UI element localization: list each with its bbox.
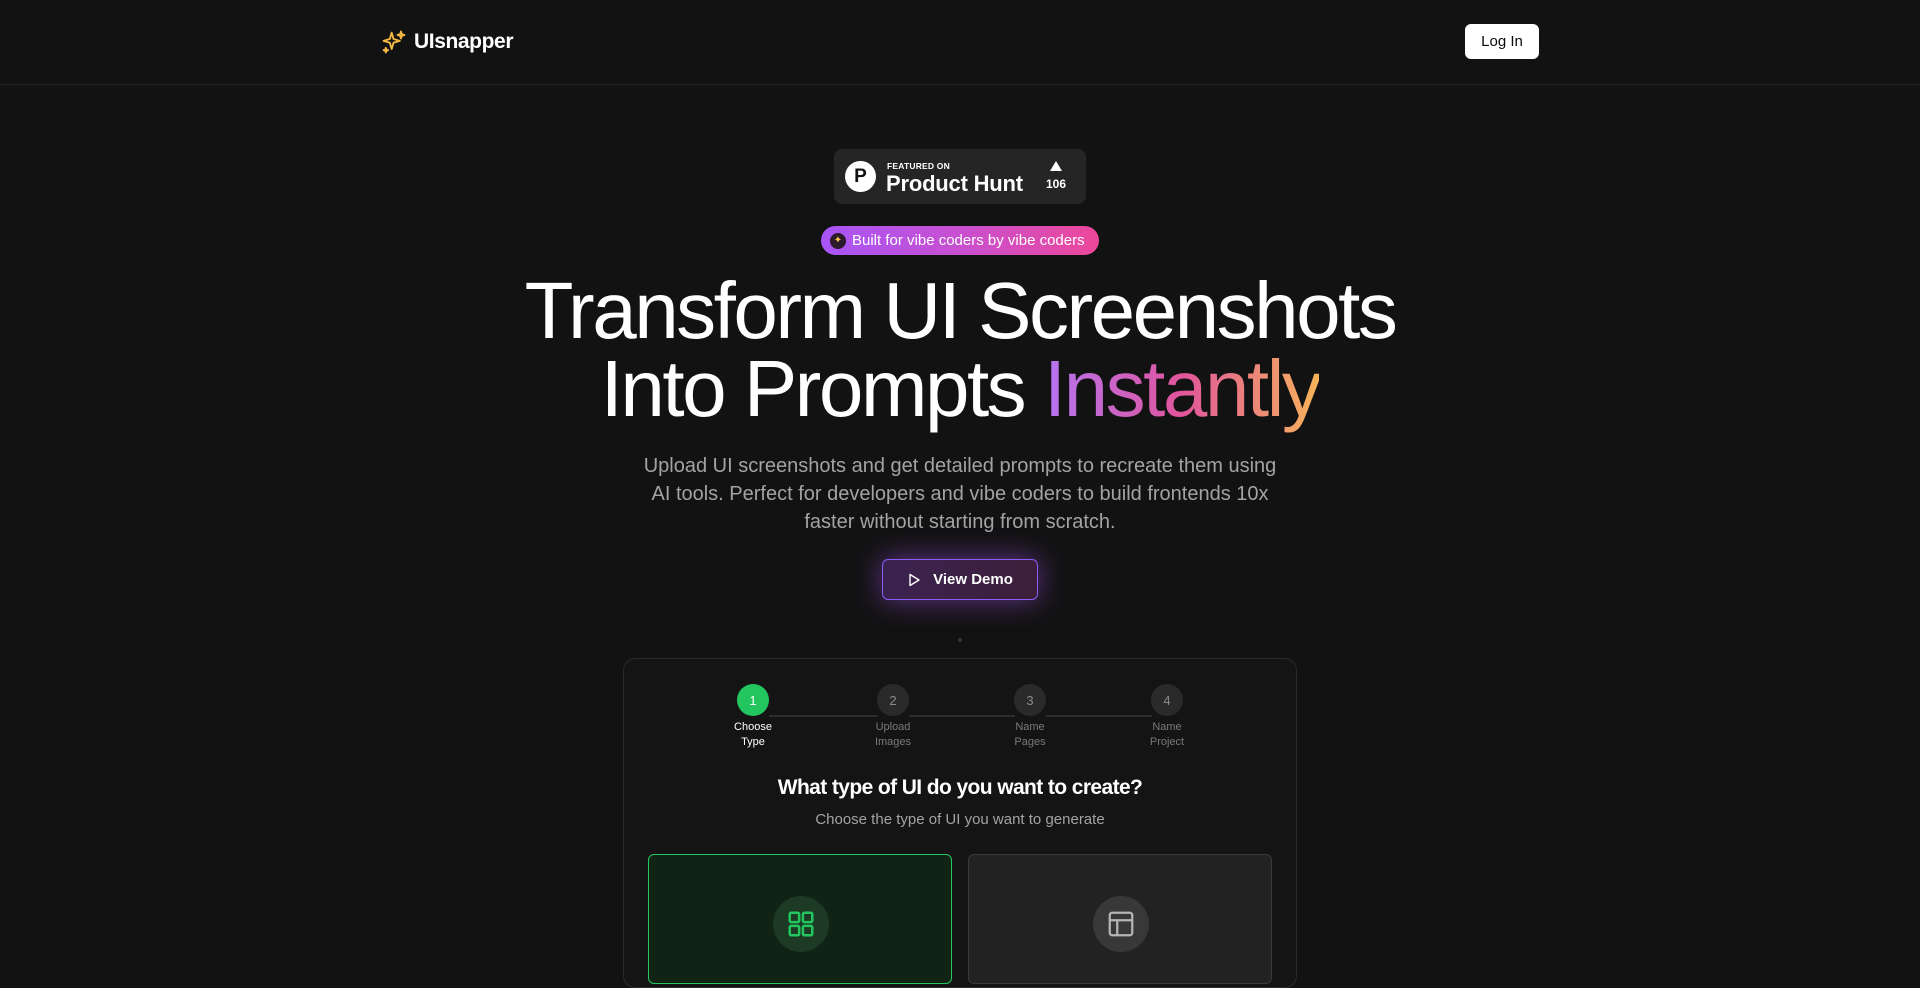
wizard-subtitle: Choose the type of UI you want to genera…: [815, 811, 1105, 828]
step-2-label-line1: Upload: [875, 721, 911, 733]
view-demo-label: View Demo: [933, 571, 1013, 588]
step-4-circle[interactable]: 4: [1151, 684, 1183, 716]
product-hunt-badge[interactable]: P FEATURED ON Product Hunt 106: [834, 149, 1086, 204]
ui-type-option-grid[interactable]: [648, 854, 952, 984]
hero-title: Transform UI Screenshots Into Prompts In…: [0, 271, 1920, 429]
brand-logo[interactable]: UIsnapper: [380, 27, 513, 57]
step-4-label: Name Project: [1132, 720, 1202, 750]
step-3-circle[interactable]: 3: [1014, 684, 1046, 716]
layout-icon: [1108, 911, 1134, 937]
step-1-circle[interactable]: 1: [737, 684, 769, 716]
hero-title-line2: Into Prompts: [600, 344, 1044, 433]
product-hunt-name: Product Hunt: [886, 171, 1023, 196]
view-demo-button[interactable]: View Demo: [882, 559, 1038, 600]
step-2-circle[interactable]: 2: [877, 684, 909, 716]
product-hunt-featured-label: FEATURED ON: [887, 161, 950, 171]
hero-title-highlight: Instantly: [1043, 344, 1322, 433]
wizard-title: What type of UI do you want to create?: [777, 776, 1143, 799]
ui-type-icon-wrap: [773, 896, 829, 952]
grid-icon: [788, 911, 814, 937]
hero-title-line1: Transform UI Screenshots: [524, 266, 1398, 355]
upvote-count: 106: [1045, 177, 1067, 191]
step-4-label-line1: Name: [1152, 721, 1182, 733]
sparkle-badge-icon: ✦: [830, 232, 846, 249]
step-3-label: Name Pages: [995, 720, 1065, 750]
step-connector: [909, 715, 1015, 717]
ui-type-option-layout[interactable]: [968, 854, 1272, 984]
step-3-label-line1: Name: [1015, 721, 1045, 733]
step-3-label-line2: Pages: [1014, 736, 1046, 748]
step-connector: [1046, 715, 1152, 717]
ui-type-icon-wrap: [1093, 896, 1149, 952]
top-nav: UIsnapper Log In: [0, 0, 1920, 85]
step-2-label-line2: Images: [874, 736, 912, 748]
step-1-label: Choose Type: [718, 720, 788, 750]
sparkles-icon: [382, 30, 406, 54]
divider-dot: [958, 638, 962, 642]
step-1-label-line2: Type: [741, 736, 765, 748]
product-hunt-logo-icon: P: [845, 161, 876, 192]
step-2-label: Upload Images: [858, 720, 928, 750]
step-connector: [769, 715, 878, 717]
play-icon: [909, 573, 920, 586]
brand-name: UIsnapper: [414, 30, 514, 53]
tagline-pill: ✦ Built for vibe coders by vibe coders: [821, 226, 1099, 255]
upvote-arrow-icon: [1050, 161, 1062, 171]
step-1-label-line1: Choose: [734, 721, 772, 733]
tagline-text: Built for vibe coders by vibe coders: [852, 232, 1085, 249]
login-button[interactable]: Log In: [1465, 24, 1539, 59]
step-4-label-line2: Project: [1149, 736, 1185, 748]
hero-subtitle: Upload UI screenshots and get detailed p…: [643, 455, 1277, 533]
